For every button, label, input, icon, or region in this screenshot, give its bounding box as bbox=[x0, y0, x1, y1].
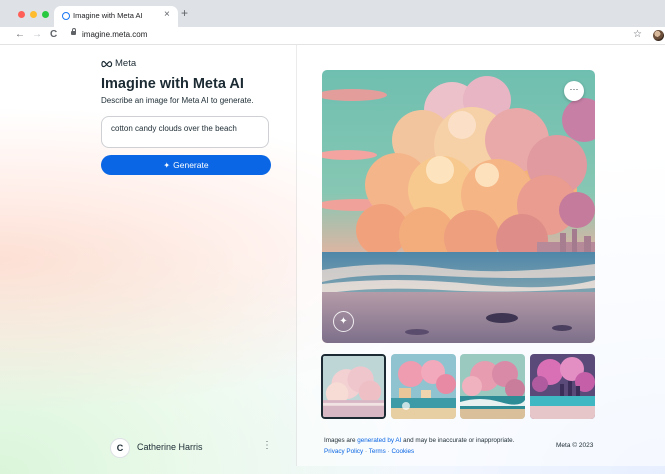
address-bar[interactable]: imagine.meta.com bbox=[82, 29, 147, 41]
generated-image[interactable] bbox=[322, 70, 595, 343]
page-title: Imagine with Meta AI bbox=[101, 76, 244, 92]
thumbnail-4-image bbox=[530, 354, 595, 419]
user-avatar[interactable]: C bbox=[110, 438, 130, 458]
generated-by-ai-link[interactable]: generated by AI bbox=[357, 437, 401, 444]
meta-logo[interactable]: Meta bbox=[101, 58, 136, 69]
maximize-window-button[interactable] bbox=[42, 11, 49, 18]
terms-link[interactable]: Terms bbox=[369, 448, 386, 455]
close-tab-icon[interactable]: × bbox=[164, 9, 170, 21]
thumbnail-2-image bbox=[391, 354, 456, 419]
minimize-window-button[interactable] bbox=[30, 11, 37, 18]
page-subtitle: Describe an image for Meta AI to generat… bbox=[101, 96, 254, 105]
lock-icon bbox=[71, 28, 76, 35]
privacy-policy-link[interactable]: Privacy Policy bbox=[324, 448, 363, 455]
image-options-button[interactable]: ··· bbox=[564, 81, 584, 101]
meta-logo-text: Meta bbox=[115, 58, 137, 69]
generate-button[interactable]: ✦ Generate bbox=[101, 155, 271, 175]
sparkle-icon: ✦ bbox=[163, 160, 171, 170]
thumbnail-1-image bbox=[323, 356, 384, 417]
disclaimer-prefix: Images are bbox=[324, 437, 358, 444]
thumbnail-1[interactable] bbox=[321, 354, 386, 419]
prompt-input[interactable]: cotton candy clouds over the beach bbox=[101, 116, 269, 148]
user-name[interactable]: Catherine Harris bbox=[137, 442, 203, 452]
page-content: Meta Imagine with Meta AI Describe an im… bbox=[0, 45, 665, 474]
profile-avatar[interactable] bbox=[653, 30, 664, 41]
thumbnail-4[interactable] bbox=[530, 354, 595, 419]
meta-favicon-icon bbox=[62, 12, 70, 20]
new-tab-button[interactable]: + bbox=[181, 6, 188, 20]
reload-icon[interactable]: C bbox=[50, 29, 57, 41]
cookies-link[interactable]: Cookies bbox=[391, 448, 414, 455]
thumbnail-3-image bbox=[460, 354, 525, 419]
browser-toolbar: ← → C imagine.meta.com ☆ bbox=[0, 27, 665, 45]
disclaimer-suffix: and may be inaccurate or inappropriate. bbox=[401, 437, 515, 444]
imagined-with-ai-watermark-icon: ✦ bbox=[333, 311, 354, 332]
browser-tab[interactable]: Imagine with Meta AI × bbox=[54, 6, 178, 27]
ai-disclaimer: Images are generated by AI and may be in… bbox=[324, 437, 514, 444]
thumbnail-2[interactable] bbox=[391, 354, 456, 419]
tab-title: Imagine with Meta AI bbox=[73, 11, 143, 20]
thumbnail-3[interactable] bbox=[460, 354, 525, 419]
legal-links: Privacy Policy · Terms · Cookies bbox=[324, 448, 414, 455]
generate-button-label: Generate bbox=[173, 160, 209, 170]
copyright-text: Meta © 2023 bbox=[556, 442, 594, 449]
prompt-input-value: cotton candy clouds over the beach bbox=[111, 124, 237, 133]
prompt-panel bbox=[8, 45, 296, 466]
close-window-button[interactable] bbox=[18, 11, 25, 18]
cotton-candy-clouds-beach-image bbox=[322, 70, 595, 343]
back-icon[interactable]: ← bbox=[15, 29, 25, 41]
more-options-icon[interactable]: ⋮ bbox=[262, 440, 272, 452]
user-initial: C bbox=[116, 443, 124, 453]
forward-icon[interactable]: → bbox=[32, 29, 42, 41]
meta-infinity-icon bbox=[101, 60, 113, 67]
browser-tab-strip: Imagine with Meta AI × + bbox=[0, 0, 665, 27]
bookmark-star-icon[interactable]: ☆ bbox=[633, 28, 642, 41]
